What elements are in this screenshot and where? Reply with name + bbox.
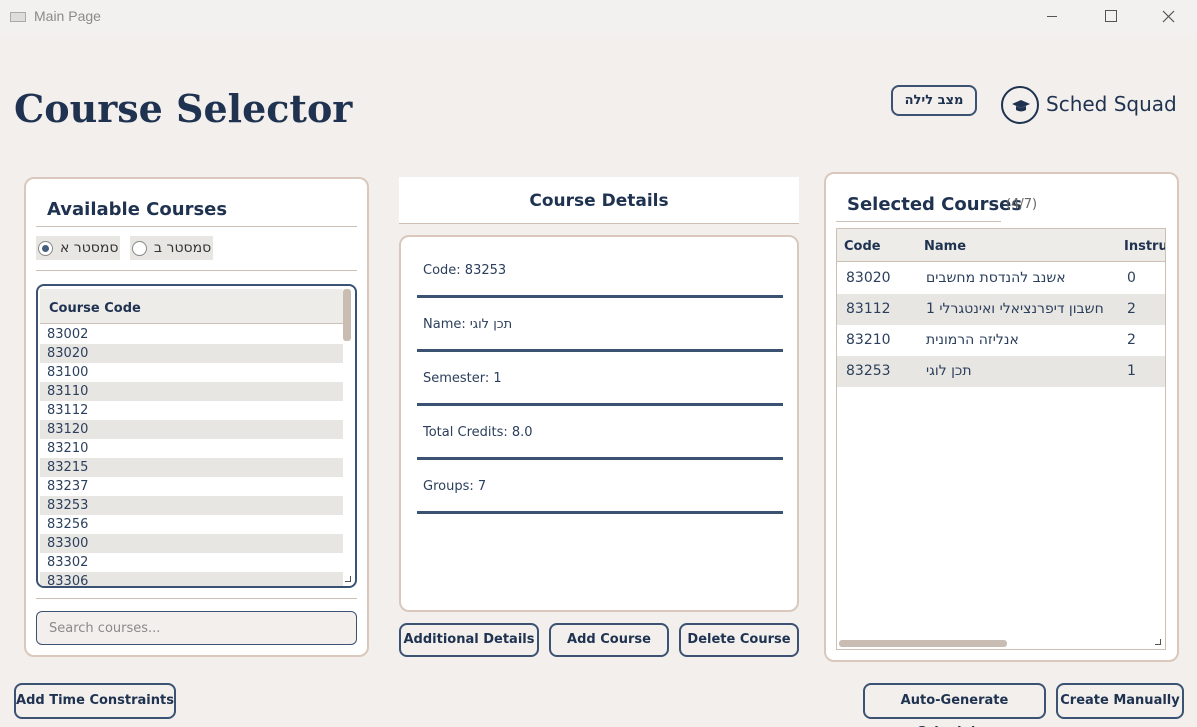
page-title: Course Selector <box>14 86 353 131</box>
detail-divider <box>417 403 783 406</box>
resize-grip-icon[interactable] <box>345 576 351 582</box>
selected-courses-table[interactable]: Code Name Instruc 83020 אשנב להנדסת מחשבי… <box>836 228 1166 650</box>
column-header-instructors[interactable]: Instruc <box>1124 239 1165 254</box>
column-header-name[interactable]: Name <box>924 239 966 254</box>
add-course-button[interactable]: Add Course <box>549 623 669 657</box>
add-time-constraints-button[interactable]: Add Time Constraints <box>14 683 176 719</box>
list-item[interactable]: 83306 <box>40 572 343 586</box>
list-item[interactable]: 83300 <box>40 534 343 553</box>
list-item[interactable]: 83112 <box>40 401 343 420</box>
semester-b-label: סמסטר ב <box>154 240 212 256</box>
logo <box>1001 86 1039 124</box>
horizontal-scrollbar[interactable] <box>839 640 1007 647</box>
table-row[interactable]: 83210 אנליזה הרמונית 2 <box>837 325 1165 356</box>
close-icon <box>1162 10 1175 23</box>
cell-code: 83210 <box>846 332 891 348</box>
title-bar: Main Page <box>0 0 1197 34</box>
radio-unchecked-icon <box>132 241 147 256</box>
auto-generate-schedules-button[interactable]: Auto-Generate Schedules <box>863 683 1046 727</box>
detail-name: Name: תכן לוגי <box>423 317 513 332</box>
available-courses-title: Available Courses <box>47 199 228 220</box>
cell-code: 83020 <box>846 270 891 286</box>
semester-a-label: סמסטר א <box>60 240 119 256</box>
detail-divider <box>417 295 783 298</box>
list-item[interactable]: 83002 <box>40 325 343 344</box>
graduation-cap-icon <box>1012 100 1030 112</box>
cell-code: 83253 <box>846 363 891 379</box>
table-row[interactable]: 83020 אשנב להנדסת מחשבים 0 <box>837 263 1165 294</box>
delete-course-button[interactable]: Delete Course <box>679 623 799 657</box>
course-code-header[interactable]: Course Code <box>40 289 343 324</box>
list-item[interactable]: 83210 <box>40 439 343 458</box>
radio-checked-icon <box>38 241 53 256</box>
detail-code: Code: 83253 <box>423 263 507 278</box>
course-code-rows: 83002 83020 83100 83110 83112 83120 83210 83215… <box>40 325 343 586</box>
semester-b-radio[interactable]: סמסטר ב <box>130 236 213 260</box>
cell-code: 83112 <box>846 301 891 317</box>
table-row[interactable]: 83253 תכן לוגי 1 <box>837 356 1165 387</box>
list-item[interactable]: 83020 <box>40 344 343 363</box>
selected-courses-title: Selected Courses <box>847 194 1023 215</box>
selected-count-badge: (4/7) <box>1006 197 1038 212</box>
list-item[interactable]: 83110 <box>40 382 343 401</box>
cell-name: אנליזה הרמונית <box>926 332 1019 348</box>
resize-grip-icon[interactable] <box>1155 639 1161 645</box>
cell-instructors: 2 <box>1127 301 1136 317</box>
detail-divider <box>417 457 783 460</box>
cell-instructors: 2 <box>1127 332 1136 348</box>
course-code-list[interactable]: Course Code 83002 83020 83100 83110 83112 831… <box>36 284 357 588</box>
divider <box>36 598 357 599</box>
table-header: Code Name Instruc <box>837 229 1165 262</box>
course-details-panel: Code: 83253 Name: תכן לוגי Semester: 1 T… <box>399 235 799 612</box>
detail-semester: Semester: 1 <box>423 371 502 386</box>
cell-name: תכן לוגי <box>926 363 972 379</box>
list-item[interactable]: 83237 <box>40 477 343 496</box>
detail-groups: Groups: 7 <box>423 479 487 494</box>
window-title: Main Page <box>34 8 101 24</box>
list-item[interactable]: 83253 <box>40 496 343 515</box>
close-button[interactable] <box>1138 0 1197 34</box>
search-input[interactable] <box>36 611 357 645</box>
course-details-title: Course Details <box>399 177 799 224</box>
detail-divider <box>417 511 783 514</box>
divider <box>36 226 357 227</box>
cell-instructors: 0 <box>1127 270 1136 286</box>
app-icon <box>10 12 26 22</box>
maximize-button[interactable] <box>1080 0 1140 34</box>
list-item[interactable]: 83215 <box>40 458 343 477</box>
list-item[interactable]: 83256 <box>40 515 343 534</box>
brand-name: Sched Squad <box>1046 92 1177 116</box>
cell-name: אשנב להנדסת מחשבים <box>926 270 1066 286</box>
list-item[interactable]: 83100 <box>40 363 343 382</box>
detail-credits: Total Credits: 8.0 <box>423 425 533 440</box>
cell-instructors: 1 <box>1127 363 1136 379</box>
create-manually-button[interactable]: Create Manually <box>1056 683 1184 719</box>
minimize-button[interactable] <box>1022 0 1082 34</box>
semester-a-radio[interactable]: סמסטר א <box>36 236 120 260</box>
list-item[interactable]: 83302 <box>40 553 343 572</box>
additional-details-button[interactable]: Additional Details <box>399 623 539 657</box>
divider <box>836 221 1001 222</box>
cell-name: חשבון דיפרנציאלי ואינטגרלי 1 <box>926 301 1104 317</box>
detail-divider <box>417 349 783 352</box>
night-mode-button[interactable]: מצב לילה <box>891 85 977 116</box>
vertical-scrollbar[interactable] <box>343 289 351 341</box>
table-row[interactable]: 83112 חשבון דיפרנציאלי ואינטגרלי 1 2 <box>837 294 1165 325</box>
list-item[interactable]: 83120 <box>40 420 343 439</box>
column-header-code[interactable]: Code <box>844 239 881 254</box>
divider <box>36 270 357 271</box>
